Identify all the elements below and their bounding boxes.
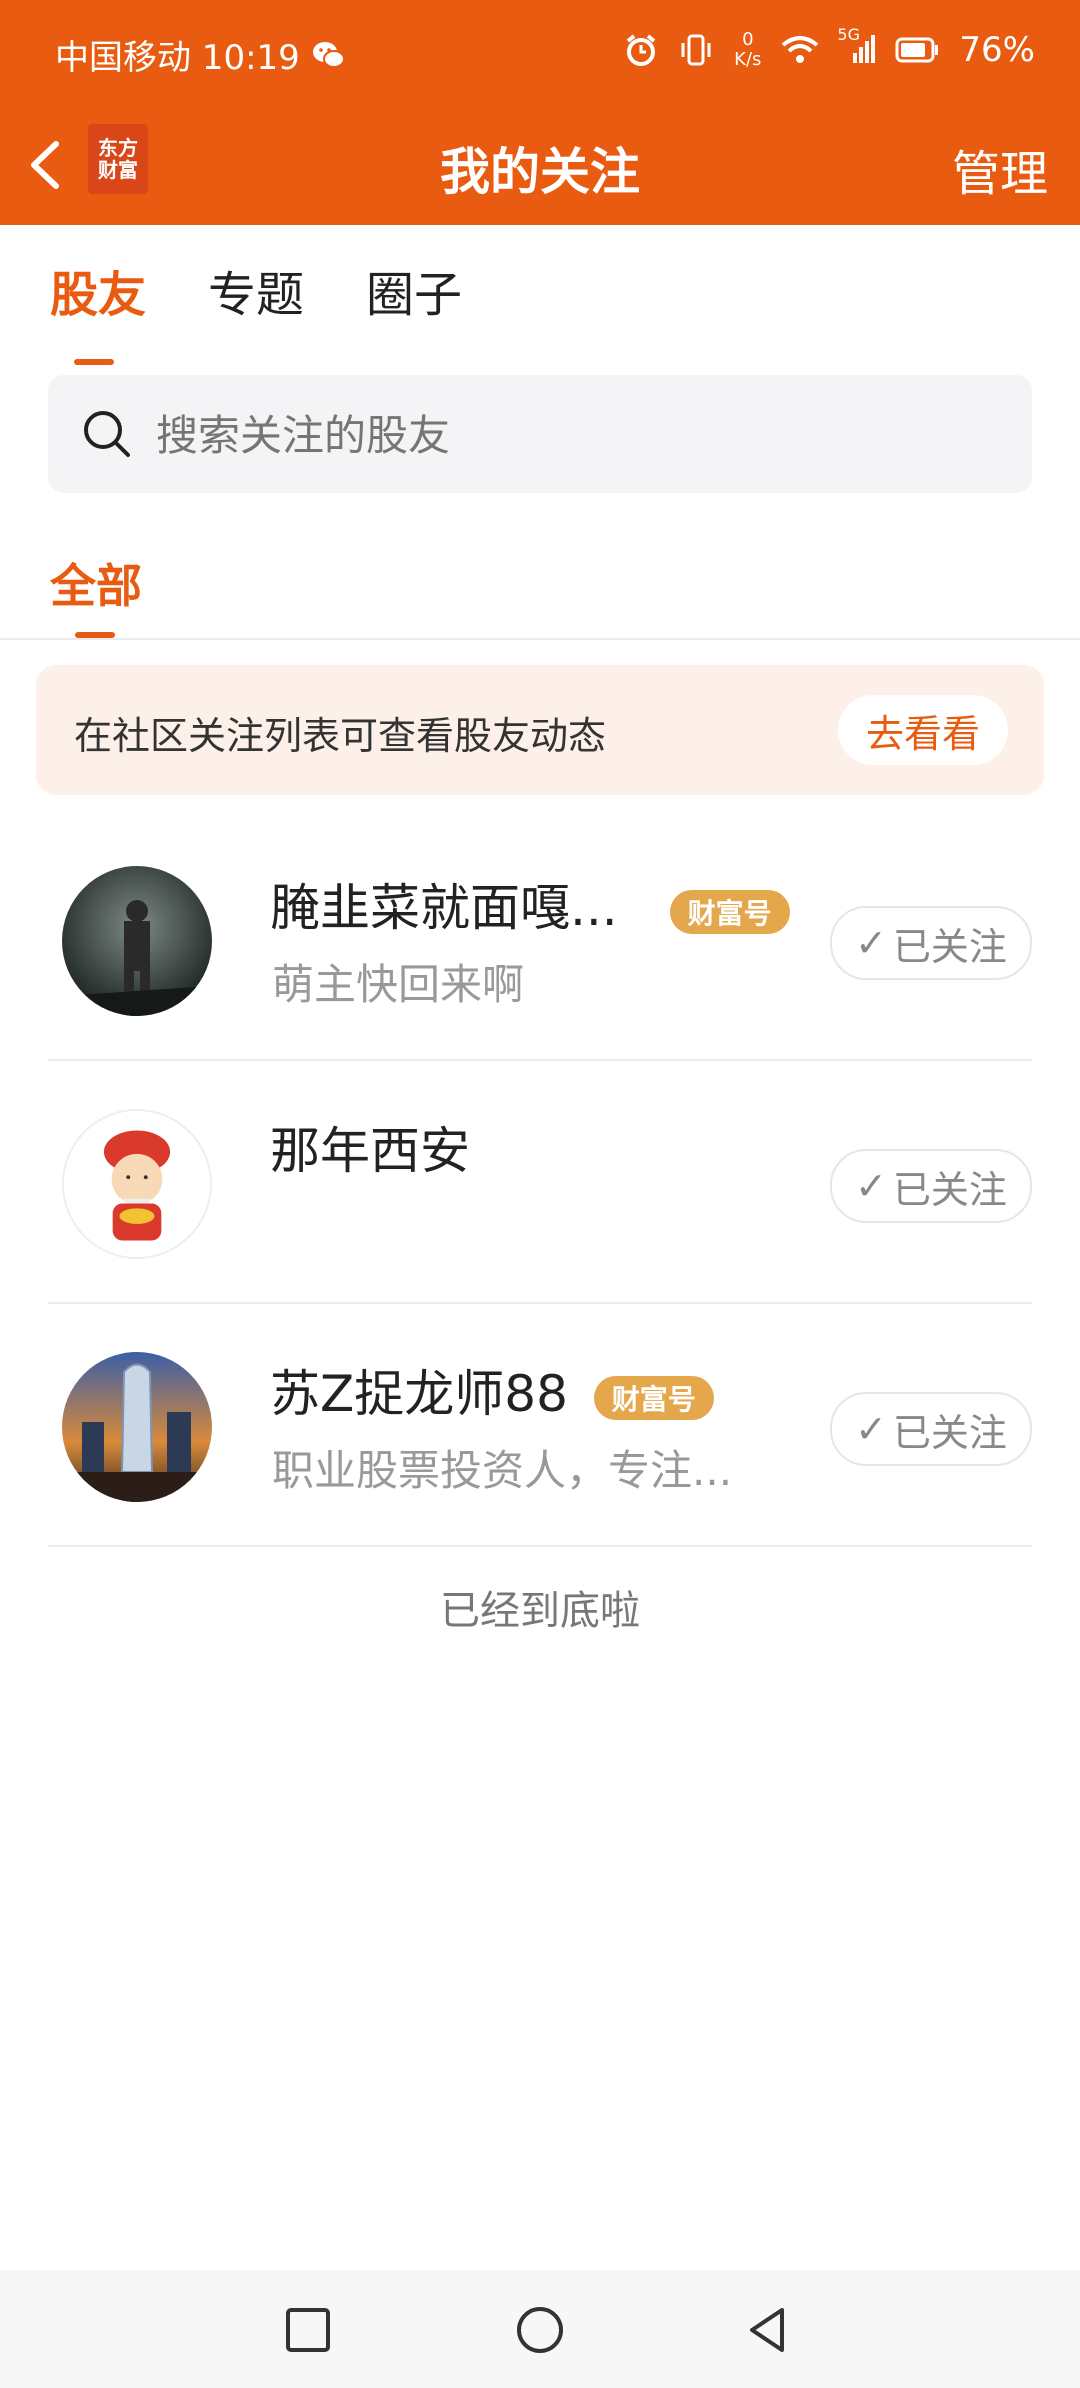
go-see-button[interactable]: 去看看 xyxy=(838,695,1008,765)
banner-text: 在社区关注列表可查看股友动态 xyxy=(74,714,607,758)
back-nav-icon[interactable] xyxy=(742,2304,794,2356)
net-speed-value: 0 xyxy=(742,29,754,50)
page-title: 我的关注 xyxy=(440,143,640,201)
check-icon: ✓ xyxy=(855,1164,887,1208)
list-item[interactable]: 腌韭菜就面嘎... 财富号 萌主快回来啊 ✓ 已关注 xyxy=(0,818,1080,1061)
system-nav-bar xyxy=(0,2270,1080,2388)
alarm-icon xyxy=(624,33,658,67)
row-divider xyxy=(48,1545,1032,1547)
followed-button[interactable]: ✓ 已关注 xyxy=(830,906,1032,980)
user-description: 萌主快回来啊 xyxy=(272,960,525,1009)
user-name-text: 腌韭菜就面嘎... xyxy=(270,879,618,937)
tab-topics[interactable]: 专题 xyxy=(208,255,304,325)
tab-friends[interactable]: 股友 xyxy=(50,255,146,365)
user-description: 职业股票投资人，专注... xyxy=(272,1446,733,1495)
followed-label: 已关注 xyxy=(892,1410,1007,1455)
carrier-time: 中国移动 10:19 xyxy=(55,38,300,78)
wechat-icon xyxy=(312,40,346,70)
search-bar[interactable] xyxy=(48,375,1032,495)
user-name[interactable]: 那年西安 xyxy=(270,1111,470,1183)
tab-circles[interactable]: 圈子 xyxy=(366,255,462,325)
user-name[interactable]: 苏Z捉龙师88 财富号 xyxy=(270,1354,714,1426)
manage-button[interactable]: 管理 xyxy=(952,134,1048,204)
avatar[interactable] xyxy=(62,866,212,1016)
net-speed: 0 K/s xyxy=(734,30,761,70)
user-name-text: 那年西安 xyxy=(270,1122,470,1180)
user-name-text: 苏Z捉龙师88 xyxy=(270,1365,568,1423)
search-icon xyxy=(80,407,134,461)
vibrate-icon xyxy=(678,33,714,67)
avatar[interactable] xyxy=(62,1109,212,1259)
app-header: 东方 财富 我的关注 管理 xyxy=(0,110,1080,225)
net-speed-unit: K/s xyxy=(734,49,762,70)
signal-label: 5G xyxy=(837,25,860,44)
recent-apps-icon[interactable] xyxy=(282,2304,334,2356)
list-item[interactable]: 那年西安 ✓ 已关注 xyxy=(0,1061,1080,1304)
followed-label: 已关注 xyxy=(892,1167,1007,1212)
status-left: 中国移动 10:19 xyxy=(55,30,346,79)
avatar[interactable] xyxy=(62,1352,212,1502)
community-banner: 在社区关注列表可查看股友动态 去看看 xyxy=(36,665,1044,795)
category-tabs: 股友 专题 圈子 xyxy=(50,255,462,365)
search-input[interactable] xyxy=(154,375,998,495)
filter-all[interactable]: 全部 xyxy=(50,550,142,616)
followed-label: 已关注 xyxy=(892,924,1007,969)
battery-percent: 76% xyxy=(959,30,1035,70)
user-name[interactable]: 腌韭菜就面嘎... 财富号 xyxy=(270,868,790,940)
status-bar: 中国移动 10:19 0 K/s 5G 76% xyxy=(0,0,1080,110)
battery-icon xyxy=(895,37,939,63)
home-icon[interactable] xyxy=(514,2304,566,2356)
signal-icon: 5G xyxy=(837,25,876,65)
filter-divider xyxy=(0,638,1080,640)
check-icon: ✓ xyxy=(855,921,887,965)
end-of-list-text: 已经到底啦 xyxy=(440,1588,640,1634)
followed-button[interactable]: ✓ 已关注 xyxy=(830,1392,1032,1466)
status-right: 0 K/s 5G 76% xyxy=(624,25,1035,70)
wifi-icon xyxy=(781,35,819,65)
wealth-badge: 财富号 xyxy=(669,889,790,934)
list-item[interactable]: 苏Z捉龙师88 财富号 职业股票投资人，专注... ✓ 已关注 xyxy=(0,1304,1080,1547)
followed-button[interactable]: ✓ 已关注 xyxy=(830,1149,1032,1223)
check-icon: ✓ xyxy=(855,1407,887,1451)
wealth-badge: 财富号 xyxy=(593,1375,714,1420)
